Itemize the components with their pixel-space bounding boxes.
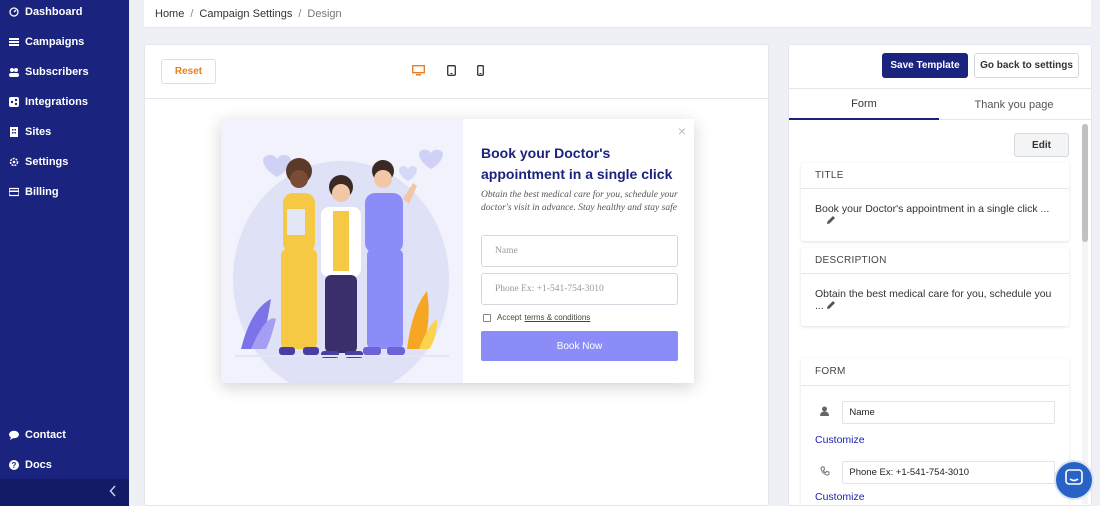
panel-tabs: Form Thank you page: [789, 88, 1091, 120]
sidebar-item-label: Settings: [25, 156, 69, 168]
breadcrumb-home[interactable]: Home: [155, 8, 184, 20]
popup-name-input[interactable]: Name: [481, 235, 678, 267]
description-section: DESCRIPTION Obtain the best medical care…: [801, 248, 1069, 326]
sidebar-item-dashboard[interactable]: Dashboard: [0, 0, 129, 27]
breadcrumb-campaign-settings[interactable]: Campaign Settings: [199, 8, 292, 20]
title-value: Book your Doctor's appointment in a sing…: [815, 203, 1050, 215]
terms-checkbox[interactable]: [483, 313, 491, 322]
sidebar-item-label: Campaigns: [25, 36, 85, 48]
reset-button[interactable]: Reset: [161, 59, 216, 84]
sidebar-item-label: Docs: [25, 459, 52, 471]
credit-card-icon: [9, 187, 19, 197]
breadcrumb-separator: /: [190, 7, 194, 20]
tablet-icon[interactable]: [447, 65, 456, 76]
title-section: TITLE Book your Doctor's appointment in …: [801, 163, 1069, 241]
scrollbar-thumb[interactable]: [1082, 124, 1088, 242]
building-icon: [9, 127, 19, 137]
pencil-icon[interactable]: [826, 215, 836, 228]
sidebar-item-label: Sites: [25, 126, 52, 138]
terms-checkbox-row[interactable]: Accept terms & conditions: [483, 313, 590, 322]
pencil-icon[interactable]: [826, 300, 836, 313]
breadcrumb: Home / Campaign Settings / Design: [144, 0, 1091, 28]
chat-icon: [9, 430, 19, 440]
form-field-name: Name: [815, 401, 1055, 424]
tab-form[interactable]: Form: [789, 89, 939, 120]
sidebar-collapse-bar[interactable]: [0, 479, 129, 506]
tab-thank-you-page[interactable]: Thank you page: [939, 89, 1089, 120]
accept-label: Accept: [497, 313, 522, 322]
form-field-name-value[interactable]: Name: [842, 401, 1055, 424]
sidebar-item-label: Dashboard: [25, 6, 83, 18]
popup-preview: × Book your Doctor's appointment in a si…: [221, 119, 694, 383]
description-section-body: Obtain the best medical care for you, sc…: [801, 274, 1069, 312]
popup-phone-input[interactable]: Phone Ex: +1-541-754-3010: [481, 273, 678, 305]
chevron-left-icon[interactable]: [109, 485, 117, 500]
question-icon: ?: [9, 460, 19, 470]
go-back-button[interactable]: Go back to settings: [974, 53, 1079, 78]
doctors-illustration: [221, 119, 463, 383]
popup-form: Book your Doctor's appointment in a sing…: [481, 119, 681, 383]
desktop-icon[interactable]: [412, 65, 425, 76]
form-field-phone: Phone Ex: +1-541-754-3010: [815, 461, 1055, 484]
terms-link[interactable]: terms & conditions: [524, 313, 590, 322]
sidebar-item-label: Subscribers: [25, 66, 89, 78]
breadcrumb-current: Design: [307, 7, 342, 20]
sidebar-item-label: Contact: [25, 429, 66, 441]
sidebar-item-sites[interactable]: Sites: [0, 117, 129, 147]
description-value: Obtain the best medical care for you, sc…: [815, 288, 1052, 312]
save-template-button[interactable]: Save Template: [882, 53, 968, 78]
sidebar-item-docs[interactable]: ? Docs: [0, 450, 129, 480]
gear-icon: [9, 157, 19, 167]
sidebar-item-integrations[interactable]: Integrations: [0, 87, 129, 117]
customize-phone-link[interactable]: Customize: [815, 491, 865, 503]
settings-panel: Save Template Go back to settings Form T…: [788, 44, 1092, 506]
sidebar-item-settings[interactable]: Settings: [0, 147, 129, 177]
sidebar-item-subscribers[interactable]: Subscribers: [0, 57, 129, 87]
user-icon: [815, 406, 834, 419]
preview-toolbar: Reset: [145, 45, 768, 99]
chat-widget-icon: [1065, 468, 1083, 492]
form-section: FORM Name Customize Phone Ex: +1-541-754…: [801, 358, 1069, 505]
svg-text:?: ?: [12, 461, 17, 470]
title-section-heading: TITLE: [801, 163, 1069, 189]
sidebar-item-campaigns[interactable]: Campaigns: [0, 27, 129, 57]
title-section-body: Book your Doctor's appointment in a sing…: [801, 189, 1069, 224]
popup-description: Obtain the best medical care for you, sc…: [481, 190, 678, 213]
sidebar-item-label: Billing: [25, 186, 59, 198]
form-field-phone-value[interactable]: Phone Ex: +1-541-754-3010: [842, 461, 1055, 484]
edit-button[interactable]: Edit: [1014, 133, 1069, 157]
breadcrumb-separator: /: [298, 7, 302, 20]
customize-name-link[interactable]: Customize: [815, 434, 865, 446]
sidebar-item-label: Integrations: [25, 96, 88, 108]
dashboard-icon: [9, 7, 19, 17]
sidebar-item-billing[interactable]: Billing: [0, 177, 129, 207]
book-now-button[interactable]: Book Now: [481, 331, 678, 361]
mobile-icon[interactable]: [477, 65, 484, 76]
sidebar: Dashboard Campaigns Subscribers Integrat…: [0, 0, 129, 506]
form-section-heading: FORM: [801, 358, 1069, 386]
phone-icon: [815, 466, 834, 479]
design-preview: Reset × Book your Doctor's appointment i…: [144, 44, 769, 506]
list-icon: [9, 37, 19, 47]
popup-title: Book your Doctor's appointment in a sing…: [481, 145, 673, 182]
users-icon: [9, 67, 19, 77]
chat-widget-button[interactable]: [1054, 460, 1094, 500]
description-section-heading: DESCRIPTION: [801, 248, 1069, 274]
share-icon: [9, 97, 19, 107]
sidebar-item-contact[interactable]: Contact: [0, 420, 129, 450]
